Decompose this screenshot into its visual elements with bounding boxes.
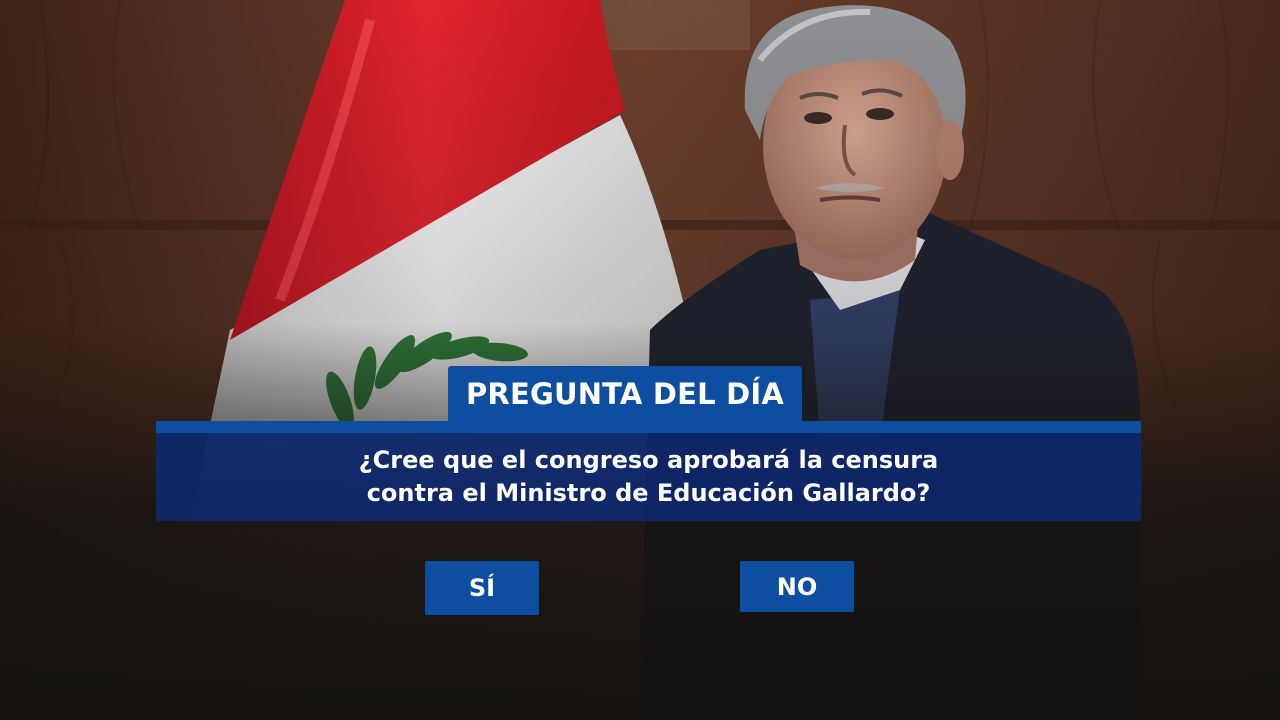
no-button[interactable]: NO [740, 561, 854, 612]
poll-question: ¿Cree que el congreso aprobará la censur… [329, 444, 969, 510]
yes-button[interactable]: SÍ [425, 561, 539, 615]
poll-title: PREGUNTA DEL DÍA [465, 377, 785, 411]
question-panel: ¿Cree que el congreso aprobará la censur… [156, 433, 1141, 521]
title-tab: PREGUNTA DEL DÍA [448, 366, 802, 422]
question-line-1: ¿Cree que el congreso aprobará la censur… [358, 446, 939, 474]
accent-divider [156, 421, 1141, 433]
poll-card: PREGUNTA DEL DÍA ¿Cree que el congreso a… [0, 0, 1280, 720]
question-line-2: contra el Ministro de Educación Gallardo… [366, 479, 931, 507]
background-photo [0, 0, 1280, 720]
